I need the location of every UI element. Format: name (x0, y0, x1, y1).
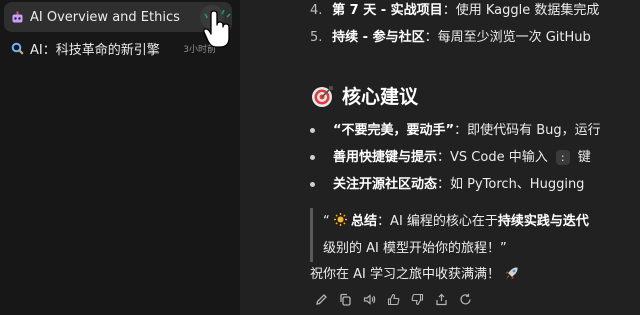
speaker-icon[interactable] (362, 292, 376, 306)
summary-text-line2: 级别的 AI 模型开始你的旅程！” (323, 241, 507, 256)
summary-quote: “ 总结：AI 编程的核心在于持续实践与迭代 级别的 AI 模型开始你的旅程！” (310, 208, 640, 262)
bullet (310, 155, 315, 160)
sun-icon (333, 213, 351, 229)
quote-mark: “ (323, 214, 330, 229)
step-text: ：每周至少浏览一次 GitHub (424, 30, 591, 45)
summary-emphasis: 持续实践与迭代 (497, 214, 589, 229)
list-item: “不要完美，要动手”：即使代码有 Bug，运行 (310, 120, 601, 142)
copy-icon[interactable] (338, 292, 352, 306)
share-icon[interactable] (434, 292, 448, 306)
sidebar: AI Overview and Ethics ··· AI：科技革命的新引擎 3… (0, 0, 240, 315)
step-title: 持续 - 参与社区 (332, 30, 425, 45)
chat-item-ai-overview[interactable]: AI Overview and Ethics ··· (4, 2, 232, 32)
summary-label: 总结 (351, 214, 378, 229)
list-item: 善用快捷键与提示：VS Code 中输入 : 键 (310, 147, 591, 169)
bullet (310, 128, 315, 133)
message-actions (314, 292, 472, 306)
list-item: 5. 持续 - 参与社区：每周至少浏览一次 GitHub (310, 27, 591, 49)
list-item: 关注开源社区动态：如 PyTorch、Hugging (310, 174, 584, 196)
list-number: 4. (310, 3, 323, 18)
closing-line: 祝你在 AI 学习之旅中收获满满！ (310, 264, 520, 286)
search-icon (10, 41, 24, 55)
bullet (310, 182, 315, 187)
chat-title: AI：科技革命的新引擎 (30, 42, 160, 58)
thumbs-down-icon[interactable] (410, 292, 424, 306)
list-number: 5. (310, 30, 323, 45)
hand-cursor-icon (203, 10, 231, 48)
step-title: 第 7 天 - 实战项目 (332, 3, 443, 18)
step-text: ：使用 Kaggle 数据集完成 (442, 3, 600, 18)
list-item: 4. 第 7 天 - 实战项目：使用 Kaggle 数据集完成 (310, 0, 599, 22)
inline-code: : (555, 150, 570, 165)
tip-text: 键 (573, 150, 591, 165)
tip-text: ：VS Code 中输入 (437, 150, 552, 165)
tip-title: 善用快捷键与提示 (333, 150, 438, 165)
summary-text: ：AI 编程的核心在于 (377, 214, 498, 229)
heading-text: 核心建议 (342, 86, 419, 108)
regenerate-icon[interactable] (458, 292, 472, 306)
robot-icon (10, 10, 24, 24)
tip-title: 关注开源社区动态 (333, 177, 438, 192)
chat-main: 4. 第 7 天 - 实战项目：使用 Kaggle 数据集完成 5. 持续 - … (240, 0, 640, 315)
chat-title: AI Overview and Ethics (30, 9, 180, 25)
rocket-icon (504, 267, 520, 282)
thumbs-up-icon[interactable] (386, 292, 400, 306)
section-heading: 核心建议 (310, 85, 418, 109)
tip-text: ：如 PyTorch、Hugging (437, 177, 585, 192)
closing-text: 祝你在 AI 学习之旅中收获满满！ (310, 267, 500, 282)
edit-icon[interactable] (314, 292, 328, 306)
tip-title: “不要完美，要动手” (333, 123, 455, 138)
chat-item-ai-engine[interactable]: AI：科技革命的新引擎 3小时前 (4, 33, 232, 63)
target-icon (312, 86, 333, 107)
tip-text: ：即使代码有 Bug，运行 (454, 123, 601, 138)
